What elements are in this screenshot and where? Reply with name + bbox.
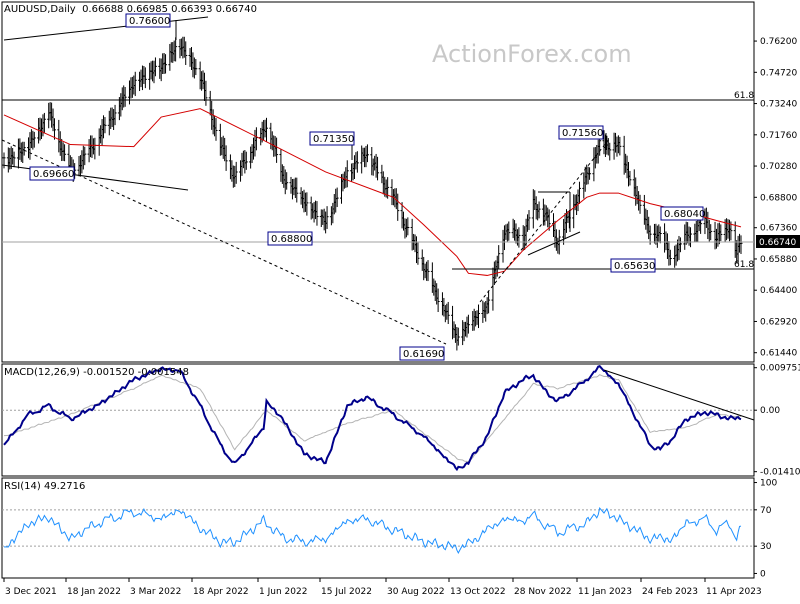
- rsi-ytick-3: 0: [760, 569, 766, 579]
- macd-main-line: [3, 365, 742, 472]
- rsi-panel-frame: [1, 477, 755, 579]
- x-tick-label-7: 13 Oct 2022: [450, 587, 506, 597]
- price-panel-title: AUDUSD,Daily 0.66688 0.66985 0.66393 0.6…: [4, 4, 258, 15]
- x-tick-label-11: 11 Apr 2023: [706, 587, 762, 597]
- price-ytick-10: 0.61440: [760, 349, 797, 359]
- x-tick-label-9: 11 Jan 2023: [578, 587, 632, 597]
- x-tick-label-5: 15 Jul 2022: [321, 587, 372, 597]
- macd-panel-title: MACD(12,26,9) -0.001520 -0.001548: [4, 367, 189, 378]
- price-ytick-1: 0.74720: [760, 68, 797, 78]
- macd-trendline: [603, 369, 755, 421]
- price-ytick-4: 0.70280: [760, 162, 797, 172]
- top-trendline: [3, 16, 209, 41]
- macd-ytick-2: -0.014107: [760, 468, 800, 478]
- annotation-label-7: 0.65630: [614, 261, 655, 272]
- fib-label-lower: 61.8: [734, 260, 754, 270]
- price-ytick-2: 0.73240: [760, 100, 797, 110]
- annotation-label-5: 0.71560: [562, 128, 603, 139]
- chart-svg: 0.76600 0.71350 0.68800 0.69660 0.61690 0.715…: [1, 1, 800, 597]
- annotation-label-2: 0.68800: [271, 234, 312, 245]
- macd-signal-line: [3, 374, 742, 463]
- x-tick-label-10: 24 Feb 2023: [642, 587, 698, 597]
- x-tick-label-8: 28 Nov 2022: [514, 587, 572, 597]
- annotation-label-1: 0.71350: [313, 134, 354, 145]
- price-ytick-7: 0.65880: [760, 255, 797, 265]
- price-ytick-8: 0.64400: [760, 286, 797, 296]
- price-ytick-3: 0.71760: [760, 131, 797, 141]
- fib-label-upper: 61.8: [734, 91, 754, 101]
- x-tick-label-2: 3 Mar 2022: [130, 587, 181, 597]
- price-ytick-0: 0.76200: [760, 37, 797, 47]
- price-ytick-6: 0.67360: [760, 224, 797, 234]
- rsi-ytick-2: 30: [760, 542, 772, 552]
- macd-ytick-0: 0.009751: [760, 364, 800, 374]
- x-tick-label-6: 30 Aug 2022: [387, 587, 445, 597]
- annotation-label-4: 0.61690: [403, 349, 444, 360]
- rsi-ytick-1: 70: [760, 506, 772, 516]
- rsi-panel-title: RSI(14) 49.2716: [4, 481, 86, 492]
- annotation-label-3: 0.69660: [33, 169, 74, 180]
- macd-ytick-1: 0.00: [760, 406, 780, 416]
- chart-root: 0.76600 0.71350 0.68800 0.69660 0.61690 0.715…: [0, 0, 800, 600]
- current-price-label: 0.66740: [759, 238, 796, 248]
- price-panel-frame: [1, 1, 755, 363]
- x-tick-label-4: 1 Jun 2022: [259, 587, 307, 597]
- rsi-ytick-0: 100: [760, 479, 777, 489]
- price-ytick-5: 0.68800: [760, 193, 797, 203]
- dashed-trendline-up: [479, 137, 611, 303]
- annotation-label-0: 0.76600: [129, 16, 170, 27]
- macd-panel-frame: [1, 363, 755, 477]
- x-tick-label-0: 3 Dec 2021: [5, 587, 57, 597]
- price-ytick-9: 0.62920: [760, 317, 797, 327]
- x-tick-label-3: 18 Apr 2022: [193, 587, 249, 597]
- annotation-label-6: 0.68040: [664, 209, 705, 220]
- price-sma-line: [3, 108, 742, 276]
- watermark: ActionForex.com: [432, 40, 632, 68]
- x-tick-label-1: 18 Jan 2022: [67, 587, 121, 597]
